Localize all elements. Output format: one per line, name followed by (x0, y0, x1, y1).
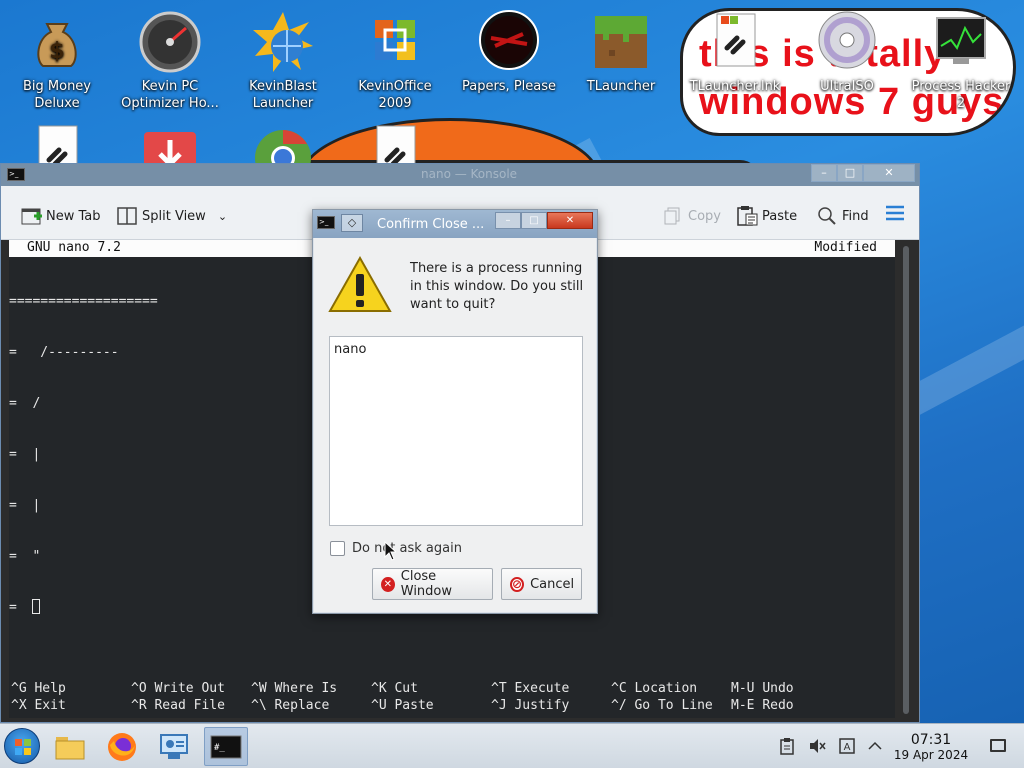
dialog-title: Confirm Close ... (377, 217, 485, 232)
maximize-button[interactable]: □ (837, 164, 863, 182)
dialog-close-button[interactable]: ✕ (547, 212, 593, 229)
svg-text:#_: #_ (214, 743, 225, 753)
dialog-body: There is a process running in this windo… (314, 238, 596, 612)
terminal-icon: #_ (210, 735, 242, 758)
cancel-icon: ⊘ (510, 576, 525, 592)
desktop-icon-ultraiso[interactable]: UltraISO (792, 10, 902, 95)
dialog-message: There is a process running in this windo… (410, 261, 584, 312)
volume-muted-icon[interactable] (808, 737, 826, 755)
process-hacker-icon (929, 10, 993, 74)
control-panel-icon (160, 733, 188, 759)
text-cursor (32, 599, 41, 614)
split-view-button[interactable]: Split View ⌄ (117, 206, 227, 226)
help-item: ^W Where Is (251, 681, 338, 696)
dialog-minimize-button[interactable]: – (495, 212, 521, 229)
desktop-icon-big-money[interactable]: $ Big Money Deluxe (2, 10, 112, 112)
start-button[interactable] (4, 728, 40, 764)
help-item: ^R Read File (131, 698, 225, 713)
desktop-icon-kevin-pc-optimizer[interactable]: Kevin PC Optimizer Ho... (115, 10, 225, 112)
clipboard-icon[interactable] (778, 737, 796, 755)
taskbar-clock[interactable]: 07:31 19 Apr 2024 (893, 732, 969, 763)
keep-above-button[interactable]: ◇ (341, 214, 363, 232)
desktop-icon-kevinblast[interactable]: KevinBlast Launcher (228, 10, 338, 112)
money-bag-icon: $ (25, 10, 89, 74)
help-item: ^\ Replace (251, 698, 330, 713)
svg-text:$: $ (49, 39, 64, 64)
paste-button[interactable]: Paste (737, 206, 797, 226)
clock-date: 19 Apr 2024 (893, 748, 969, 762)
chevron-up-icon[interactable] (866, 737, 884, 755)
copy-icon (663, 206, 683, 226)
process-list[interactable]: nano (329, 336, 583, 526)
help-item: ^G Help (11, 681, 66, 696)
terminal-icon: >_ (317, 216, 335, 229)
desktop-icon-tlauncher-lnk[interactable]: TLauncher.lnk (680, 10, 790, 95)
disc-icon (815, 10, 879, 74)
help-item: ^/ Go To Line (611, 698, 713, 713)
help-item: ^J Justify (491, 698, 570, 713)
mouse-pointer-icon (384, 540, 398, 561)
firefox-icon (108, 732, 136, 761)
show-desktop-button[interactable] (990, 739, 1006, 752)
search-icon (817, 206, 837, 226)
help-item: ^T Execute (491, 681, 570, 696)
terminal-titlebar[interactable]: >_ nano — Konsole – □ ✕ (1, 164, 919, 186)
nano-version: GNU nano 7.2 (27, 240, 121, 255)
folder-icon (55, 736, 85, 759)
find-button[interactable]: Find (817, 206, 869, 226)
split-view-icon (117, 206, 137, 226)
desktop-icon-process-hacker[interactable]: Process Hacker 2 (906, 10, 1016, 112)
help-item: ^C Location (611, 681, 698, 696)
dialog-titlebar[interactable]: >_ ◇ Confirm Close ... – □ ✕ (313, 210, 597, 238)
help-item: M-E Redo (731, 698, 794, 713)
scrollbar-thumb[interactable] (903, 246, 909, 714)
help-item: ^X Exit (11, 698, 66, 713)
close-button[interactable]: ✕ (863, 164, 915, 182)
clock-time: 07:31 (910, 732, 952, 748)
shortcut-file-icon (703, 10, 767, 74)
chevron-down-icon[interactable]: ⌄ (218, 210, 227, 223)
copy-button[interactable]: Copy (663, 206, 721, 226)
dialog-maximize-button[interactable]: □ (521, 212, 547, 229)
close-window-icon: ✕ (381, 576, 395, 592)
hamburger-icon (885, 204, 905, 226)
office-logo-icon (363, 10, 427, 74)
taskbar-firefox[interactable] (100, 727, 144, 766)
taskbar-terminal[interactable]: #_ (204, 727, 248, 766)
list-item[interactable]: nano (334, 342, 578, 357)
taskbar: #_ A 07:31 19 Apr 2024 (0, 723, 1024, 768)
window-title: nano — Konsole (421, 167, 518, 181)
help-item: ^K Cut (371, 681, 418, 696)
close-window-button[interactable]: ✕ Close Window (372, 568, 493, 600)
help-item: M-U Undo (731, 681, 794, 696)
new-tab-button[interactable]: New Tab (21, 206, 101, 226)
warning-icon (328, 255, 392, 314)
svg-text:A: A (844, 742, 851, 753)
cancel-button[interactable]: ⊘ Cancel (501, 568, 582, 600)
papers-please-icon (477, 10, 541, 74)
hamburger-menu-button[interactable] (885, 204, 905, 226)
taskbar-file-manager[interactable] (48, 727, 92, 766)
terminal-icon: >_ (7, 168, 25, 181)
desktop-icon-tlauncher[interactable]: TLauncher (566, 10, 676, 95)
grass-block-icon (589, 10, 653, 74)
help-item: ^U Paste (371, 698, 434, 713)
input-method-icon[interactable]: A (838, 737, 856, 755)
checkbox-box[interactable] (330, 541, 345, 556)
windows-logo-icon (15, 739, 31, 755)
checkbox-label: Do not ask again (352, 541, 462, 556)
blast-globe-icon (251, 10, 315, 74)
taskbar-control-panel[interactable] (152, 727, 196, 766)
confirm-close-dialog[interactable]: >_ ◇ Confirm Close ... – □ ✕ There is a … (312, 209, 598, 614)
desktop-icon-papers-please[interactable]: Papers, Please (454, 10, 564, 95)
nano-status: Modified (814, 240, 877, 255)
minimize-button[interactable]: – (811, 164, 837, 182)
paste-icon (737, 206, 758, 226)
speedometer-icon (138, 10, 202, 74)
help-item: ^O Write Out (131, 681, 225, 696)
terminal-scrollbar[interactable] (901, 246, 911, 716)
new-tab-icon (21, 206, 42, 226)
desktop-icon-kevinoffice[interactable]: KevinOffice 2009 (340, 10, 450, 112)
